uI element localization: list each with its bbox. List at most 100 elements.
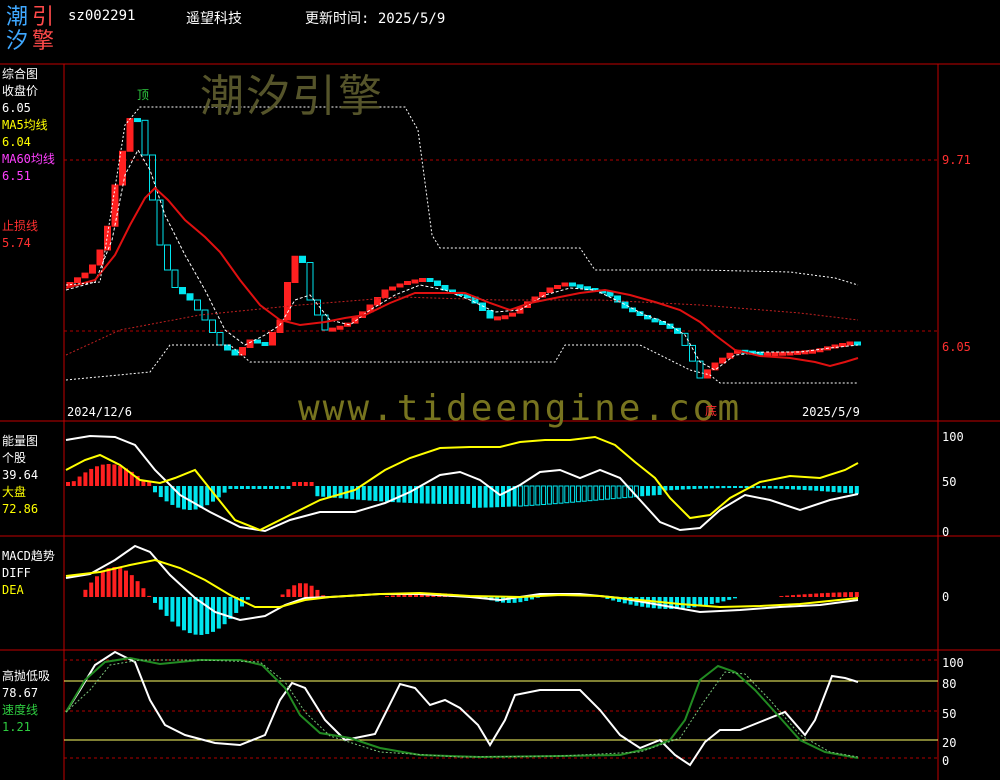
energy-bar [286,486,291,489]
energy-bar [89,468,94,486]
macd-bar [292,585,297,597]
candlestick [126,118,134,152]
energy-bar [640,486,645,497]
kdj-line [65,650,859,767]
energy-bar [616,485,622,499]
ma5-line [65,148,859,371]
energy-bar [837,486,842,493]
macd-bar [808,593,813,597]
candlestick [644,315,651,320]
macd-panel-labels: MACD趋势 DIFF DEA [2,548,55,599]
kdj-tick-100: 100 [942,656,964,670]
candlestick [246,339,254,348]
energy-bar [118,465,123,486]
watermark-url: www.tideengine.com [298,388,743,429]
energy-bar [854,486,859,494]
macd-bar [709,597,714,605]
energy-bar [164,486,169,502]
energy-bar [610,485,616,500]
energy-stock-line [65,434,859,533]
candlestick [419,278,426,282]
macd-bar [303,583,308,597]
energy-bar [646,486,650,496]
candlestick [576,284,584,289]
macd-bar [849,592,853,597]
energy-bar [523,485,529,507]
speed-line [65,656,859,759]
speed-label: 速度线 [2,703,39,717]
energy-bar [199,486,204,508]
energy-bar [95,466,99,486]
macd-bar [176,597,181,627]
energy-bar [587,485,593,502]
macd-bar [112,567,117,597]
energy-bar [158,486,163,498]
energy-bar [187,486,192,510]
ma60-value: 6.51 [2,169,31,183]
candlestick [239,347,246,356]
energy-bar [454,486,459,504]
candlestick [254,339,261,344]
candlestick [554,285,561,289]
energy-bar [704,486,708,489]
candlestick [81,272,89,279]
energy-bar [83,472,88,486]
macd-bar [686,597,691,608]
macd-bar [193,597,198,635]
energy-bar [669,486,674,491]
energy-bar [814,486,819,491]
macd-bar [733,597,737,599]
energy-bar [257,486,262,489]
energy-bar [153,486,157,493]
energy-tick-50: 50 [942,475,957,489]
energy-bar [460,486,465,504]
macd-bar [95,576,99,597]
energy-title: 能量图 [2,434,39,448]
bottom-marker: 底 [705,404,718,418]
energy-bar [298,482,302,486]
energy-bar [385,486,389,502]
candlestick [306,262,314,301]
macd-bar [802,594,807,597]
macd-bar [651,597,656,609]
kdj-tick-50: 50 [942,707,957,721]
energy-bar [240,486,244,489]
energy-bar [443,486,447,504]
price-level-last: 6.05 [942,340,971,354]
candlestick [96,249,104,266]
macd-bar [854,592,859,597]
energy-bar [727,486,732,489]
energy-bar [350,486,355,500]
energy-bar [796,486,801,490]
macd-bar [727,597,732,600]
macd-bar [211,597,215,632]
energy-bar [367,486,372,501]
macd-bar [124,570,128,597]
energy-bar [593,485,599,501]
kdj-value: 78.67 [2,686,39,700]
candlestick [164,244,171,271]
macd-bar [129,575,134,597]
candlestick [276,319,284,333]
energy-bar [263,486,268,489]
energy-bar [437,486,442,504]
macd-bar [280,594,285,597]
price-level-high: 9.71 [942,153,971,167]
candlestick [194,299,201,311]
candlestick [134,118,141,123]
candlestick [509,312,516,317]
energy-bar [773,486,778,489]
energy-bar [767,486,772,489]
energy-bar [327,486,331,498]
candlestick [846,341,854,346]
stoploss-labels: 止损线 5.74 [2,218,38,252]
energy-bar [791,486,795,490]
macd-bar [785,595,790,597]
candlestick [426,278,434,282]
energy-bar [622,485,628,499]
candlestick [231,349,239,356]
ma60-label: MA60均线 [2,152,55,166]
energy-bar [77,476,82,486]
energy-bar [552,485,558,505]
macd-bar [170,597,175,622]
